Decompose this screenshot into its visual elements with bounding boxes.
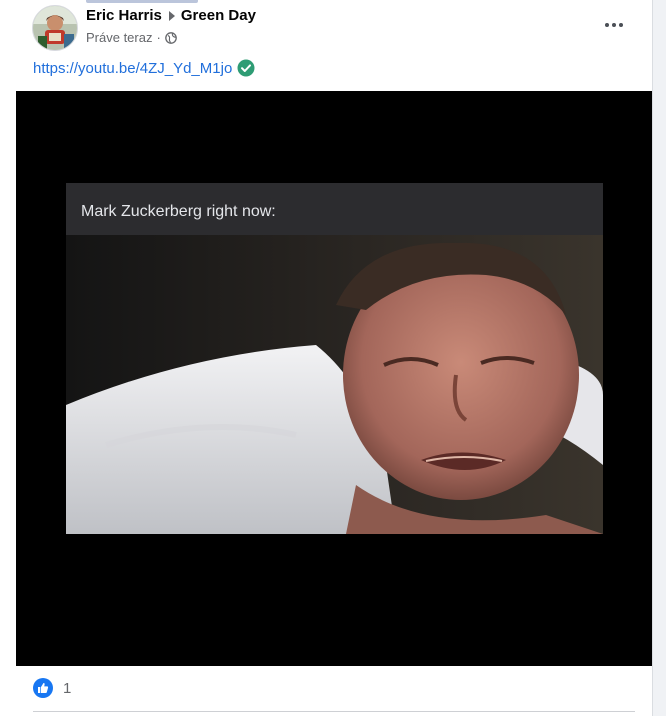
reaction-count[interactable]: 1 — [63, 680, 71, 697]
post-timestamp[interactable]: Práve teraz — [86, 30, 152, 45]
post-media[interactable]: Mark Zuckerberg right now: — [16, 91, 652, 666]
avatar[interactable] — [32, 5, 78, 51]
top-accent-bar — [86, 0, 198, 3]
like-icon — [33, 678, 53, 698]
reactions-summary[interactable]: 1 — [33, 678, 71, 698]
group-name[interactable]: Green Day — [181, 7, 256, 24]
avatar-image — [33, 6, 77, 50]
arrow-right-icon — [168, 10, 175, 21]
more-dot — [612, 23, 616, 27]
more-dot — [605, 23, 609, 27]
meme-photo — [66, 235, 603, 534]
post-link[interactable]: https://youtu.be/4ZJ_Yd_M1jo — [33, 60, 232, 77]
meme-caption-bar: Mark Zuckerberg right now: — [66, 183, 603, 235]
more-options-icon[interactable] — [596, 10, 632, 40]
post-link-line: https://youtu.be/4ZJ_Yd_M1jo — [33, 59, 255, 77]
globe-icon[interactable] — [164, 31, 177, 44]
author-line: Eric Harris Green Day — [86, 7, 256, 24]
post-meta: Práve teraz · — [86, 30, 177, 45]
meme-caption: Mark Zuckerberg right now: — [81, 203, 276, 220]
verified-check-icon — [237, 59, 255, 77]
more-dot — [619, 23, 623, 27]
divider — [33, 711, 635, 712]
meme-image: Mark Zuckerberg right now: — [66, 183, 603, 534]
post-card: Eric Harris Green Day Práve teraz · http… — [0, 0, 653, 716]
meta-separator: · — [156, 30, 161, 45]
author-name[interactable]: Eric Harris — [86, 7, 162, 24]
